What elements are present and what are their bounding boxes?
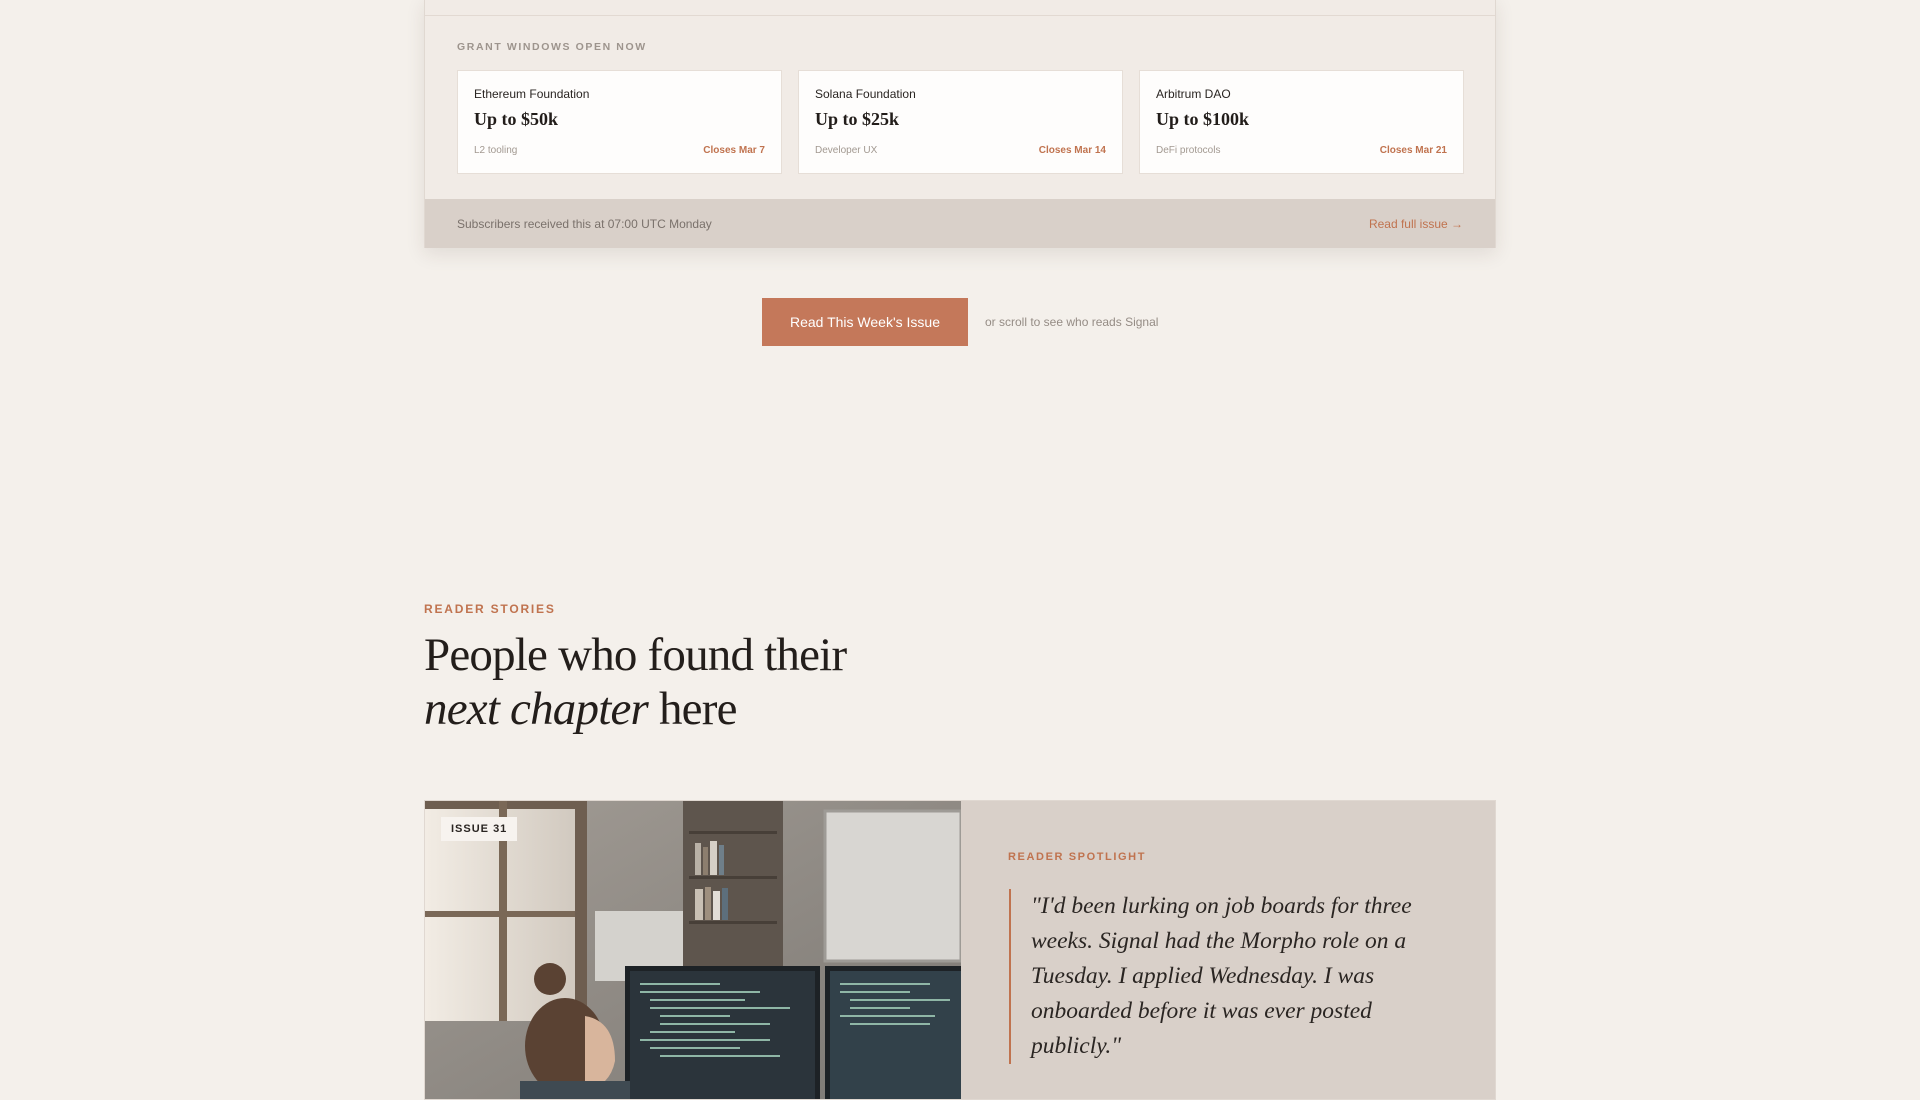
grant-deadline: Closes Mar 21 (1379, 145, 1447, 156)
read-issue-button[interactable]: Read This Week's Issue (762, 298, 968, 346)
issue-card-footer: Subscribers received this at 07:00 UTC M… (425, 199, 1495, 248)
spotlight-eyebrow: READER SPOTLIGHT (1008, 851, 1147, 863)
read-full-issue-link[interactable]: Read full issue → (1369, 217, 1463, 231)
grant-amount: Up to $25k (815, 109, 900, 129)
section-eyebrow: READER STORIES (424, 602, 556, 616)
grant-section-heading: GRANT WINDOWS OPEN NOW (457, 41, 647, 53)
grant-org: Solana Foundation (815, 87, 916, 101)
grant-tag: Developer UX (815, 145, 878, 156)
grant-tag: DeFi protocols (1156, 145, 1221, 156)
cta-row: Read This Week's Issue or scroll to see … (762, 298, 1158, 346)
section-headline: People who found their next chapter here (424, 628, 847, 736)
grant-card[interactable]: Ethereum Foundation Up to $50k L2 toolin… (457, 70, 782, 174)
spotlight-panel: READER SPOTLIGHT "I'd been lurking on jo… (961, 801, 1495, 1099)
grant-org: Arbitrum DAO (1156, 87, 1231, 101)
issue-badge: ISSUE 31 (441, 817, 518, 841)
grant-deadline: Closes Mar 7 (703, 145, 765, 156)
headline-end: here (648, 683, 737, 735)
grant-org: Ethereum Foundation (474, 87, 590, 101)
grant-deadline: Closes Mar 14 (1038, 145, 1106, 156)
grant-meta: L2 tooling Closes Mar 7 (474, 145, 765, 156)
headline-line-1: People who found their (424, 629, 847, 681)
grant-list: Ethereum Foundation Up to $50k L2 toolin… (457, 70, 1464, 174)
grant-amount: Up to $100k (1156, 109, 1250, 129)
grant-tag: L2 tooling (474, 145, 518, 156)
reader-photo-illustration (425, 801, 961, 1099)
delivery-note: Subscribers received this at 07:00 UTC M… (457, 216, 712, 231)
divider (425, 15, 1495, 16)
reader-spotlight-card: ISSUE 31 READER SPOTLIGHT "I'd been lurk… (424, 800, 1496, 1100)
reader-photo: ISSUE 31 (425, 801, 961, 1099)
grant-meta: Developer UX Closes Mar 14 (815, 145, 1106, 156)
grant-meta: DeFi protocols Closes Mar 21 (1156, 145, 1447, 156)
grant-card[interactable]: Arbitrum DAO Up to $100k DeFi protocols … (1139, 70, 1464, 174)
issue-preview-card: GRANT WINDOWS OPEN NOW Ethereum Foundati… (424, 0, 1496, 248)
grant-amount: Up to $50k (474, 109, 559, 129)
headline-italic: next chapter (424, 683, 649, 735)
grant-card[interactable]: Solana Foundation Up to $25k Developer U… (798, 70, 1123, 174)
reader-quote: "I'd been lurking on job boards for thre… (1009, 889, 1451, 1064)
scroll-hint: or scroll to see who reads Signal (985, 315, 1159, 329)
